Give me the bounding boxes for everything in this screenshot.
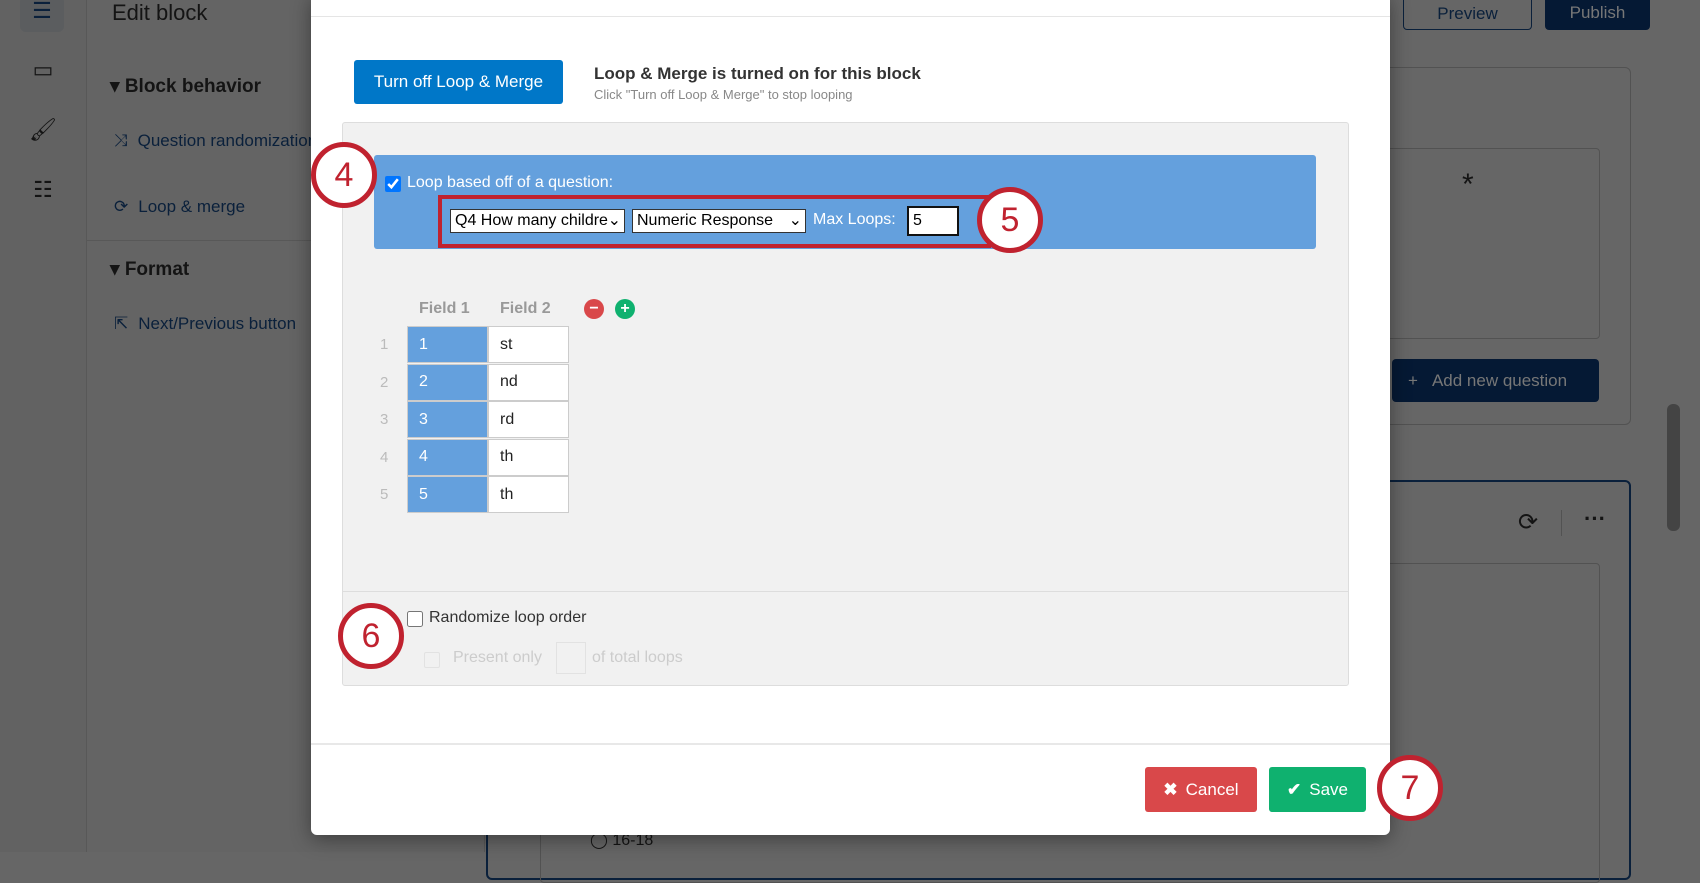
asterisk-icon: * bbox=[1462, 168, 1474, 201]
section-title: Block behavior bbox=[124, 76, 262, 97]
panel-divider bbox=[342, 591, 1349, 592]
status-hint: Click "Turn off Loop & Merge" to stop lo… bbox=[594, 87, 853, 102]
section-title: Format bbox=[124, 259, 190, 280]
field-1-cell[interactable]: 2 bbox=[407, 363, 488, 401]
add-new-question-button[interactable]: + Add new question bbox=[1392, 359, 1599, 402]
randomize-label: Randomize loop order bbox=[429, 609, 587, 626]
callout-5: 5 bbox=[977, 187, 1043, 253]
button-label: Save bbox=[1309, 779, 1348, 799]
section-format[interactable]: ▾ Format bbox=[110, 258, 189, 281]
settings-sliders-icon[interactable]: ☷ bbox=[28, 175, 58, 205]
turn-off-loop-merge-button[interactable]: Turn off Loop & Merge bbox=[354, 60, 563, 104]
preview-button[interactable]: Preview bbox=[1403, 0, 1532, 30]
loop-based-label: Loop based off of a question: bbox=[407, 174, 614, 191]
field-2-cell[interactable]: th bbox=[488, 438, 569, 476]
loop-merge-icon[interactable]: ⟳ bbox=[1518, 508, 1538, 537]
plus-icon: + bbox=[1408, 370, 1418, 390]
present-only-label: Present only bbox=[453, 649, 542, 666]
field-1-cell[interactable]: 3 bbox=[407, 401, 488, 438]
row-number: 3 bbox=[380, 411, 389, 428]
row-number: 2 bbox=[380, 373, 389, 391]
callout-7: 7 bbox=[1377, 755, 1443, 821]
loop-based-on-question-checkbox[interactable] bbox=[385, 176, 401, 192]
link-label: Loop & merge bbox=[138, 197, 246, 216]
loop-merge-link[interactable]: ⟳ Loop & merge bbox=[114, 197, 245, 217]
field-2-cell[interactable]: rd bbox=[488, 401, 569, 438]
checkmark-icon: ✔ bbox=[1287, 779, 1302, 799]
page-title: Edit block bbox=[112, 0, 208, 25]
scrollbar-thumb[interactable] bbox=[1667, 404, 1680, 531]
cursor-icon: ⇱ bbox=[114, 314, 129, 333]
column-header-field-1: Field 1 bbox=[419, 300, 470, 317]
question-select[interactable]: Q4 How many children ⌄ bbox=[450, 209, 625, 233]
next-previous-button-link[interactable]: ⇱ Next/Previous button bbox=[114, 314, 296, 334]
paint-roller-icon[interactable]: 🖌 bbox=[28, 115, 58, 145]
field-1-cell[interactable]: 5 bbox=[407, 476, 488, 513]
link-label: Next/Previous button bbox=[138, 314, 297, 333]
select-value: Q4 How many children bbox=[455, 212, 617, 229]
icon-rail: ☰ ▭ 🖌 ☷ bbox=[0, 0, 87, 852]
survey-icon[interactable]: ☰ bbox=[20, 0, 64, 32]
blocks-icon[interactable]: ▭ bbox=[28, 55, 58, 85]
field-2-cell[interactable]: st bbox=[488, 326, 569, 363]
chevron-down-icon: ⌄ bbox=[607, 210, 621, 232]
max-loops-label: Max Loops: bbox=[813, 211, 896, 228]
present-only-count-input bbox=[556, 642, 586, 674]
close-icon: ✖ bbox=[1163, 779, 1178, 799]
loop-icon: ⟳ bbox=[114, 197, 129, 216]
column-header-field-2: Field 2 bbox=[500, 300, 551, 317]
present-only-checkbox bbox=[424, 652, 440, 668]
remove-field-icon[interactable]: − bbox=[584, 299, 604, 319]
add-field-icon[interactable]: + bbox=[615, 299, 635, 319]
row-number: 4 bbox=[380, 448, 389, 466]
field-2-cell[interactable]: th bbox=[488, 476, 569, 513]
header-divider bbox=[311, 16, 1390, 17]
field-1-cell[interactable]: 1 bbox=[407, 326, 488, 363]
row-number: 5 bbox=[380, 486, 389, 503]
status-title: Loop & Merge is turned on for this block bbox=[594, 64, 921, 83]
field-2-cell[interactable]: nd bbox=[488, 363, 569, 401]
of-total-loops-label: of total loops bbox=[592, 649, 683, 666]
callout-6: 6 bbox=[338, 603, 404, 669]
response-select[interactable]: Numeric Response ⌄ bbox=[632, 209, 806, 233]
publish-button[interactable]: Publish bbox=[1545, 0, 1650, 30]
shuffle-icon: ⤨ bbox=[114, 131, 128, 150]
question-randomization-link[interactable]: ⤨ Question randomization bbox=[114, 131, 311, 151]
divider bbox=[1561, 510, 1562, 536]
footer-divider bbox=[311, 743, 1390, 745]
callout-4: 4 bbox=[311, 142, 377, 208]
button-label: Cancel bbox=[1185, 779, 1239, 799]
select-value: Numeric Response bbox=[637, 212, 774, 229]
chevron-down-icon: ⌄ bbox=[788, 210, 802, 232]
more-options-icon[interactable]: ··· bbox=[1584, 506, 1606, 532]
row-number: 1 bbox=[380, 336, 389, 353]
cancel-button[interactable]: ✖ Cancel bbox=[1145, 767, 1257, 812]
field-1-cell[interactable]: 4 bbox=[407, 438, 488, 476]
section-block-behavior[interactable]: ▾ Block behavior bbox=[110, 75, 261, 98]
save-button[interactable]: ✔ Save bbox=[1269, 767, 1366, 812]
randomize-loop-order-checkbox[interactable] bbox=[407, 611, 423, 627]
button-label: Add new question bbox=[1431, 370, 1568, 390]
loop-merge-dialog: Turn off Loop & Merge Loop & Merge is tu… bbox=[311, 0, 1390, 835]
max-loops-input[interactable] bbox=[907, 206, 959, 236]
link-label: Question randomization bbox=[137, 131, 311, 150]
